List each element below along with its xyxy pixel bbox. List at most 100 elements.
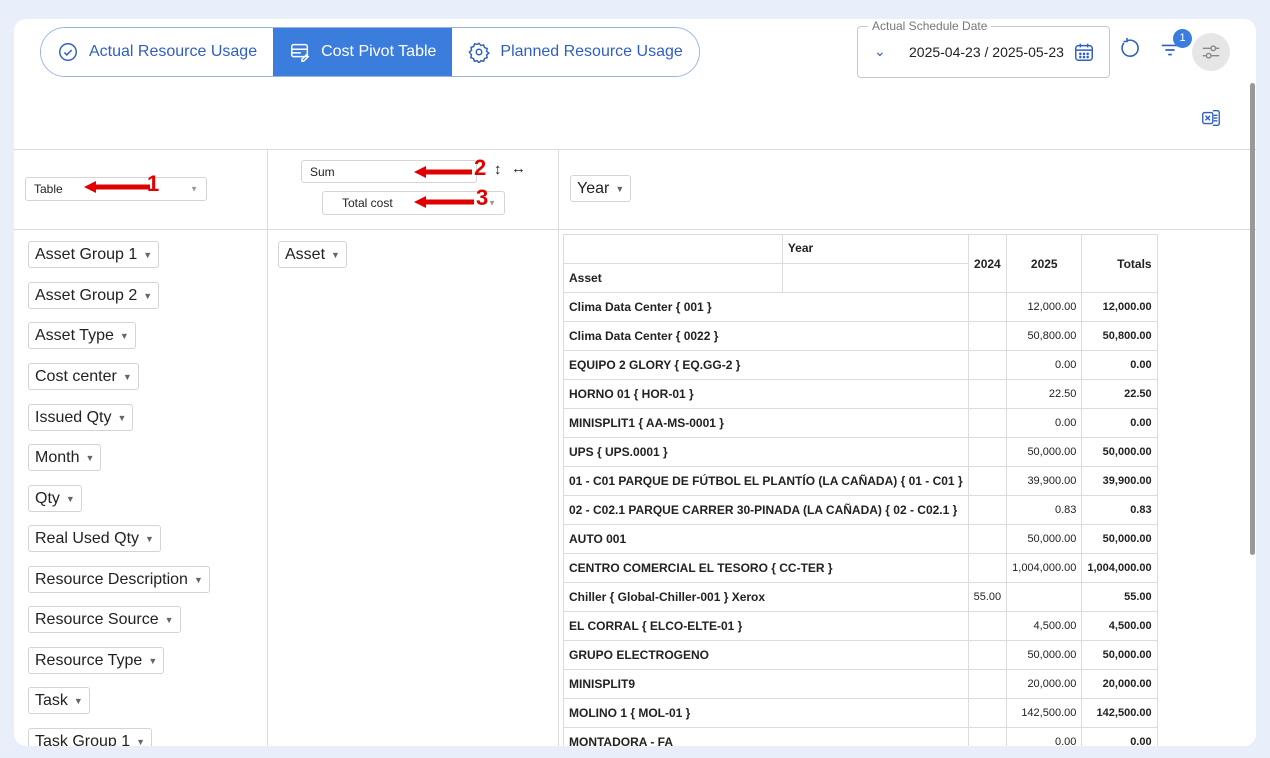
pivot-card: Actual Resource Usage Cost Pivot Table P… [14,19,1256,746]
tab-cost-pivot-table[interactable]: Cost Pivot Table [273,28,453,76]
check-circle-icon [59,43,77,61]
col-header-2025: 2025 [1006,234,1083,293]
attr-resource-source[interactable]: Resource Source ▼ [28,606,181,633]
value-2024: 55.00 [967,582,1008,612]
attr-cost-center[interactable]: Cost center ▼ [28,363,139,390]
tab-planned-resource-usage[interactable]: Planned Resource Usage [452,28,699,76]
row-total: 142,500.00 [1081,698,1158,728]
attr-task-group-1[interactable]: Task Group 1 ▼ [28,728,153,747]
attr-task[interactable]: Task ▼ [28,687,90,714]
value-2024 [967,437,1008,467]
row-sort-toggle[interactable]: ↕ [494,161,502,178]
table-row: AUTO 001 50,000.00 50,000.00 [563,524,1158,554]
row-total: 0.00 [1081,727,1158,746]
table-row: EQUIPO 2 GLORY { EQ.GG-2 } 0.00 0.00 [563,350,1158,380]
attr-asset-group-2[interactable]: Asset Group 2 ▼ [28,282,160,309]
settings-button[interactable] [1192,33,1230,71]
excel-export-icon[interactable] [1200,107,1222,129]
value-2025: 50,000.00 [1006,524,1083,554]
attr-resource-description[interactable]: Resource Description ▼ [28,566,210,593]
annotation-arrow [84,181,150,193]
pill-label: Resource Description [35,570,188,588]
col-header-label: Year [781,234,969,264]
pill-label: Month [35,448,80,466]
table-edit-icon [291,43,310,62]
col-header-totals: Totals [1081,234,1158,293]
view-tabs: Actual Resource Usage Cost Pivot Table P… [40,27,700,77]
row-total: 55.00 [1081,582,1158,612]
table-row: GRUPO ELECTROGENO 50,000.00 50,000.00 [563,640,1158,670]
pill-label: Asset Group 2 [35,286,138,304]
pill-label: Resource Type [35,651,143,669]
pill-label: Asset Group 1 [35,245,138,263]
row-total: 39,900.00 [1081,466,1158,496]
refresh-icon[interactable] [1118,36,1142,60]
pivot-divider [14,149,1256,150]
table-row: 02 - C02.1 PARQUE CARRER 30-PINADA (LA C… [563,495,1158,525]
dropdown-arrow-icon: ▼ [488,198,496,208]
col-sort-toggle[interactable]: ↔ [511,160,526,177]
asset-cell: GRUPO ELECTROGENO [563,640,969,670]
row-total: 50,000.00 [1081,437,1158,467]
attr-qty[interactable]: Qty ▼ [28,485,82,512]
table-row: UPS { UPS.0001 } 50,000.00 50,000.00 [563,437,1158,467]
col-attr-year[interactable]: Year ▼ [570,175,632,202]
value-2024 [967,321,1008,351]
value-2024 [967,524,1008,554]
table-row: MOLINO 1 { MOL-01 } 142,500.00 142,500.00 [563,698,1158,728]
asset-cell: MOLINO 1 { MOL-01 } [563,698,969,728]
row-attr-asset[interactable]: Asset ▼ [278,241,347,268]
calendar-icon[interactable] [1073,41,1095,63]
value-2025: 50,800.00 [1006,321,1083,351]
tab-label: Cost Pivot Table [321,43,437,60]
dropdown-arrow-icon: ▼ [143,249,153,260]
table-row: 01 - C01 PARQUE DE FÚTBOL EL PLANTÍO (LA… [563,466,1158,496]
asset-cell: MINISPLIT9 [563,669,969,699]
dropdown-arrow-icon: ▼ [136,736,146,747]
row-total: 4,500.00 [1081,611,1158,641]
sliders-icon [1202,45,1220,59]
value-2025: 4,500.00 [1006,611,1083,641]
pill-label: Resource Source [35,610,159,628]
actual-schedule-date-field[interactable]: Actual Schedule Date ⌄ 2025-04-23 / 2025… [857,19,1110,78]
value-2024 [967,379,1008,409]
table-row: Clima Data Center { 001 } 12,000.00 12,000… [563,292,1158,322]
col-header-2024: 2024 [967,234,1008,293]
dropdown-arrow-icon: ▼ [122,371,132,382]
asset-cell: MINISPLIT1 { AA-MS-0001 } [563,408,969,438]
attr-asset-group-1[interactable]: Asset Group 1 ▼ [28,241,160,268]
row-total: 22.50 [1081,379,1158,409]
pill-label: Year [577,179,610,197]
asset-cell: Chiller { Global-Chiller-001 } Xerox [563,582,969,612]
pill-label: Real Used Qty [35,529,140,547]
row-total: 50,000.00 [1081,640,1158,670]
value-2024 [967,727,1008,746]
filter-count-badge: 1 [1173,29,1192,48]
asset-cell: Clima Data Center { 0022 } [563,321,969,351]
dropdown-arrow-icon: ▼ [615,183,625,194]
row-total: 50,000.00 [1081,524,1158,554]
attr-resource-type[interactable]: Resource Type ▼ [28,647,165,674]
value-2025: 39,900.00 [1006,466,1083,496]
value-2024 [967,292,1008,322]
pill-label: Cost center [35,367,117,385]
value-2025 [1006,582,1083,612]
date-field-legend: Actual Schedule Date [868,19,992,33]
value-2025: 0.00 [1006,408,1083,438]
pivot-divider [14,229,1256,230]
table-row: CENTRO COMERCIAL EL TESORO { CC-TER } 1,0… [563,553,1158,583]
dropdown-arrow-icon: ▼ [331,249,340,260]
pill-label: Asset [285,245,326,263]
row-header-label: Asset [563,263,783,293]
attr-asset-type[interactable]: Asset Type ▼ [28,322,136,349]
attr-real-used-qty[interactable]: Real Used Qty ▼ [28,525,161,552]
vertical-scrollbar[interactable] [1250,83,1255,555]
attr-month[interactable]: Month ▼ [28,444,102,471]
row-total: 12,000.00 [1081,292,1158,322]
pill-label: Qty [35,489,60,507]
tab-actual-resource-usage[interactable]: Actual Resource Usage [41,28,274,76]
value-2025: 20,000.00 [1006,669,1083,699]
chevron-down-icon[interactable]: ⌄ [874,43,886,60]
attr-issued-qty[interactable]: Issued Qty ▼ [28,404,134,431]
row-total: 0.83 [1081,495,1158,525]
